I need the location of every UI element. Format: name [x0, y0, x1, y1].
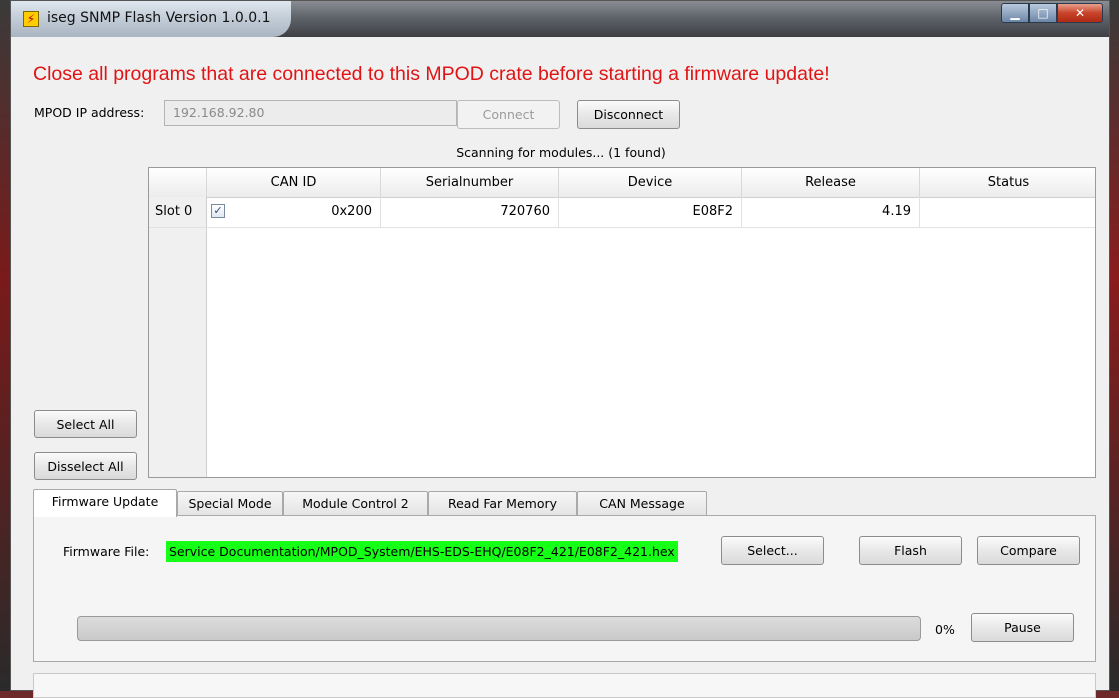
tab-special-mode[interactable]: Special Mode: [177, 491, 283, 516]
column-header-status[interactable]: Status: [919, 168, 1095, 197]
row-header-column: [149, 197, 207, 477]
connect-button[interactable]: Connect: [457, 100, 560, 129]
select-all-button[interactable]: Select All: [34, 410, 137, 438]
column-header-device[interactable]: Device: [558, 168, 741, 197]
firmware-file-label: Firmware File:: [63, 544, 150, 559]
firmware-file-path[interactable]: Service Documentation/MPOD_System/EHS-ED…: [166, 541, 678, 562]
select-file-button[interactable]: Select...: [721, 536, 824, 565]
table-row[interactable]: Slot 0 ✓ 0x200 720760 E08F2 4.19: [149, 197, 1095, 228]
ip-address-label: MPOD IP address:: [34, 105, 145, 120]
modules-table: CAN ID Serialnumber Device Release Statu…: [148, 167, 1096, 478]
cell-device: E08F2: [558, 197, 741, 227]
cell-serialnumber: 720760: [380, 197, 558, 227]
log-panel: [33, 673, 1096, 698]
cell-can-id: 0x200: [331, 204, 372, 219]
title-bar[interactable]: ⚡ iseg SNMP Flash Version 1.0.0.1 ▁ □ ✕: [11, 1, 1109, 37]
maximize-icon[interactable]: □: [1029, 3, 1057, 23]
window-controls: ▁ □ ✕: [1001, 3, 1103, 23]
minimize-icon[interactable]: ▁: [1001, 3, 1029, 23]
cell-release: 4.19: [741, 197, 919, 227]
window-title: iseg SNMP Flash Version 1.0.0.1: [47, 10, 271, 26]
column-header-release[interactable]: Release: [741, 168, 919, 197]
disconnect-button[interactable]: Disconnect: [577, 100, 680, 129]
cell-status: [919, 197, 1095, 227]
tab-module-control-2[interactable]: Module Control 2: [283, 491, 428, 516]
ip-address-input[interactable]: 192.168.92.80: [164, 100, 457, 126]
flash-button[interactable]: Flash: [859, 536, 962, 565]
column-header-can-id[interactable]: CAN ID: [206, 168, 380, 197]
flash-progress-bar: [77, 616, 921, 641]
compare-button[interactable]: Compare: [977, 536, 1080, 565]
tab-read-far-memory[interactable]: Read Far Memory: [428, 491, 577, 516]
firmware-warning: Close all programs that are connected to…: [33, 63, 830, 85]
tab-firmware-update[interactable]: Firmware Update: [33, 489, 177, 517]
progress-percent: 0%: [935, 622, 955, 637]
app-window: ⚡ iseg SNMP Flash Version 1.0.0.1 ▁ □ ✕ …: [10, 0, 1110, 698]
table-header: CAN ID Serialnumber Device Release Statu…: [149, 168, 1095, 198]
close-icon[interactable]: ✕: [1057, 3, 1103, 23]
column-header-serialnumber[interactable]: Serialnumber: [380, 168, 558, 197]
slot-label: Slot 0: [149, 197, 206, 227]
module-checkbox[interactable]: ✓: [211, 204, 225, 218]
deselect-all-button[interactable]: Disselect All: [34, 452, 137, 480]
lightning-icon: ⚡: [23, 11, 39, 27]
scan-status: Scanning for modules... (1 found): [456, 145, 666, 160]
tab-can-message[interactable]: CAN Message: [577, 491, 707, 516]
pause-button[interactable]: Pause: [971, 613, 1074, 642]
